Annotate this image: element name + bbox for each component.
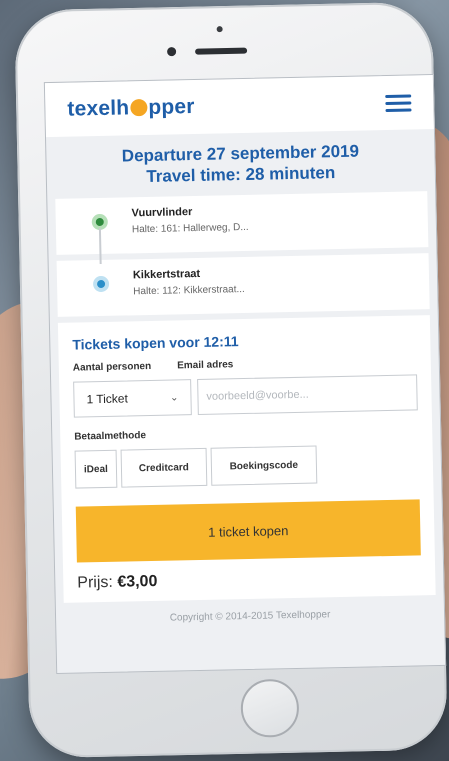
app-screen: texelh pper Departure 27 september 2019 T… bbox=[43, 73, 447, 675]
form-row: 1 Ticket ⌄ voorbeeld@voorbe... bbox=[73, 374, 418, 418]
email-placeholder: voorbeeld@voorbe... bbox=[206, 388, 309, 403]
top-sensor bbox=[216, 26, 223, 33]
top-bar: texelh pper bbox=[44, 75, 434, 138]
stop-detail: Halte: 161: Hallerweg, D... bbox=[131, 221, 249, 236]
earpiece-speaker bbox=[195, 47, 248, 55]
logo-text-end: pper bbox=[148, 94, 195, 119]
price-label: Prijs: bbox=[77, 573, 114, 592]
copyright-footer: Copyright © 2014-2015 Texelhopper bbox=[169, 609, 331, 624]
logo-o-icon bbox=[130, 98, 148, 117]
trip-heading: Departure 27 september 2019 Travel time:… bbox=[46, 129, 435, 197]
menu-line bbox=[385, 93, 412, 98]
payment-label: Betaalmethode bbox=[74, 430, 147, 443]
persons-select[interactable]: 1 Ticket ⌄ bbox=[73, 379, 192, 418]
stop-detail: Halte: 112: Kikkerstraat... bbox=[133, 283, 245, 298]
stops-list: Vuurvlinder Halte: 161: Hallerweg, D... … bbox=[55, 191, 430, 317]
ticket-panel: Tickets kopen voor 12:11 Aantal personen… bbox=[57, 315, 436, 603]
ticket-title: Tickets kopen voor 12:11 bbox=[72, 333, 239, 353]
payment-options: iDeal Creditcard Boekingscode bbox=[74, 443, 420, 489]
destination-marker-icon bbox=[92, 275, 110, 293]
stop-origin[interactable]: Vuurvlinder Halte: 161: Hallerweg, D... bbox=[55, 191, 429, 255]
price-line: Prijs: €3,00 bbox=[77, 567, 421, 592]
home-button[interactable] bbox=[240, 678, 300, 738]
field-labels: Aantal personen Email adres bbox=[73, 355, 417, 373]
email-field[interactable]: voorbeeld@voorbe... bbox=[197, 374, 418, 415]
price-value: €3,00 bbox=[117, 572, 158, 591]
menu-line bbox=[385, 100, 412, 105]
persons-label: Aantal personen bbox=[72, 360, 152, 374]
logo-text-start: texelh bbox=[67, 96, 130, 121]
front-camera bbox=[167, 47, 177, 57]
stop-destination[interactable]: Kikkertstraat Halte: 112: Kikkerstraat..… bbox=[56, 253, 430, 317]
stop-name: Vuurvlinder bbox=[131, 206, 193, 220]
payment-creditcard-button[interactable]: Creditcard bbox=[120, 447, 208, 488]
texelhopper-logo[interactable]: texelh pper bbox=[67, 95, 195, 122]
buy-ticket-button[interactable]: 1 ticket kopen bbox=[75, 499, 421, 563]
stop-name: Kikkertstraat bbox=[132, 267, 201, 282]
persons-value: 1 Ticket bbox=[86, 391, 128, 407]
payment-ideal-button[interactable]: iDeal bbox=[74, 449, 118, 489]
chevron-down-icon: ⌄ bbox=[169, 391, 179, 404]
payment-bookingcode-button[interactable]: Boekingscode bbox=[210, 445, 318, 486]
menu-icon[interactable] bbox=[385, 93, 412, 112]
email-label: Email adres bbox=[177, 359, 234, 372]
menu-line bbox=[385, 107, 412, 112]
